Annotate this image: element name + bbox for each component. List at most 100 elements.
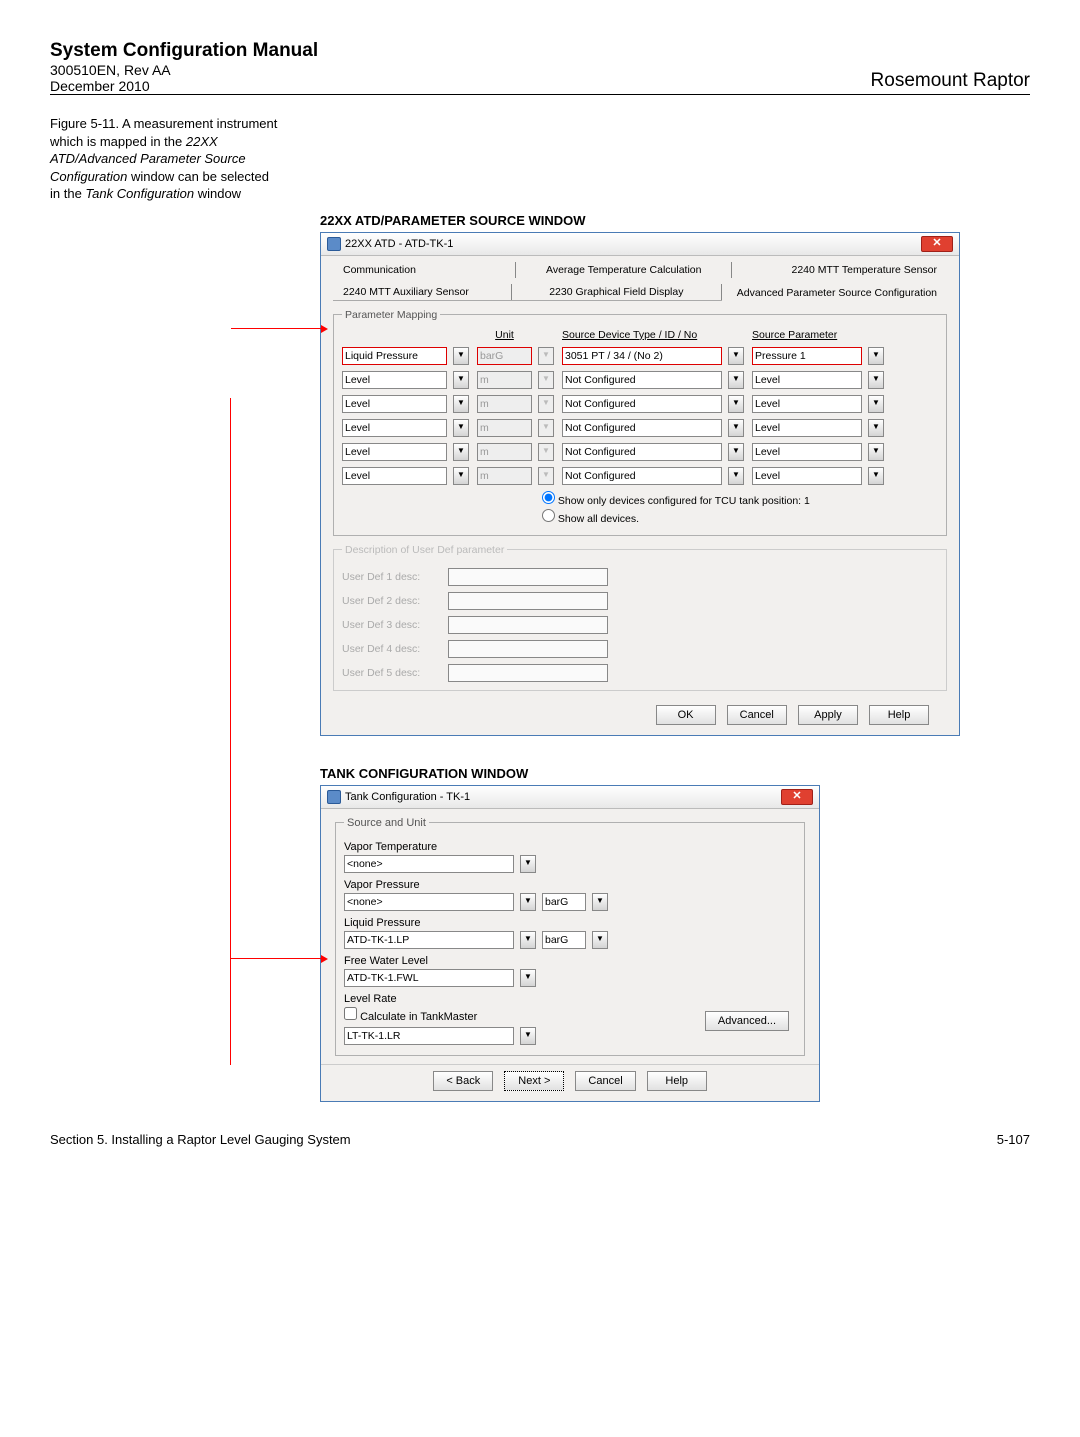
chevron-down-icon[interactable]: ▼ [868, 371, 884, 389]
chevron-down-icon: ▼ [538, 419, 554, 437]
levelrate-select[interactable] [344, 1027, 514, 1045]
chevron-down-icon[interactable]: ▼ [453, 395, 469, 413]
chevron-down-icon[interactable]: ▼ [520, 931, 536, 949]
radio-tcu-only-input[interactable] [542, 491, 555, 504]
levelrate-calc-checkbox-input[interactable] [344, 1007, 357, 1020]
pm-param-select[interactable] [342, 347, 447, 365]
pm-param-select[interactable] [342, 371, 447, 389]
chevron-down-icon[interactable]: ▼ [592, 893, 608, 911]
close-icon[interactable]: ✕ [781, 789, 813, 805]
pm-param-select[interactable] [342, 467, 447, 485]
tab-2240-sensor[interactable]: 2240 MTT Temperature Sensor [732, 262, 947, 278]
pm-source-select[interactable] [562, 443, 722, 461]
back-button[interactable]: < Back [433, 1071, 493, 1091]
chevron-down-icon[interactable]: ▼ [453, 347, 469, 365]
chevron-down-icon[interactable]: ▼ [520, 893, 536, 911]
chevron-down-icon[interactable]: ▼ [728, 419, 744, 437]
chevron-down-icon[interactable]: ▼ [868, 347, 884, 365]
userdef-input [448, 616, 608, 634]
close-icon[interactable]: ✕ [921, 236, 953, 252]
pm-param-select[interactable] [342, 419, 447, 437]
help-button[interactable]: Help [869, 705, 929, 725]
help-button[interactable]: Help [647, 1071, 707, 1091]
pm-row: ▼▼▼▼ [342, 395, 938, 413]
pm-source-select[interactable] [562, 419, 722, 437]
chevron-down-icon[interactable]: ▼ [868, 467, 884, 485]
cancel-button[interactable]: Cancel [575, 1071, 635, 1091]
chevron-down-icon[interactable]: ▼ [728, 347, 744, 365]
pm-param-select[interactable] [342, 443, 447, 461]
pm-source-select[interactable] [562, 371, 722, 389]
fwl-select[interactable] [344, 969, 514, 987]
chevron-down-icon[interactable]: ▼ [728, 467, 744, 485]
page-footer: Section 5. Installing a Raptor Level Gau… [50, 1132, 1030, 1147]
tab-adv-param-source[interactable]: Advanced Parameter Source Configuration [722, 285, 947, 301]
chevron-down-icon[interactable]: ▼ [453, 419, 469, 437]
chevron-down-icon[interactable]: ▼ [868, 395, 884, 413]
vapor-press-label: Vapor Pressure [344, 879, 796, 891]
tab-avg-temp[interactable]: Average Temperature Calculation [516, 262, 732, 278]
tank-button-row: < Back Next > Cancel Help [321, 1064, 819, 1101]
chevron-down-icon[interactable]: ▼ [868, 443, 884, 461]
tank-config-window: Tank Configuration - TK-1 ✕ Source and U… [320, 785, 820, 1102]
pm-source-param-select[interactable] [752, 347, 862, 365]
pm-source-select[interactable] [562, 467, 722, 485]
userdef-input [448, 664, 608, 682]
radio-tcu-only[interactable]: Show only devices configured for TCU tan… [542, 491, 938, 507]
header-divider [50, 94, 1030, 95]
advanced-button[interactable]: Advanced... [705, 1011, 789, 1031]
section2-title: TANK CONFIGURATION WINDOW [320, 766, 1030, 781]
liquid-press-unit[interactable] [542, 931, 586, 949]
chevron-down-icon[interactable]: ▼ [868, 419, 884, 437]
tank-window-titlebar: Tank Configuration - TK-1 ✕ [321, 786, 819, 809]
chevron-down-icon[interactable]: ▼ [592, 931, 608, 949]
pm-source-select[interactable] [562, 347, 722, 365]
liquid-press-select[interactable] [344, 931, 514, 949]
pm-source-param-select[interactable] [752, 371, 862, 389]
chevron-down-icon[interactable]: ▼ [453, 371, 469, 389]
chevron-down-icon[interactable]: ▼ [520, 1027, 536, 1045]
chevron-down-icon[interactable]: ▼ [728, 443, 744, 461]
radio-tcu-only-label: Show only devices configured for TCU tan… [558, 495, 810, 507]
atd-window-title: 22XX ATD - ATD-TK-1 [345, 238, 453, 250]
col-source-param: Source Parameter [752, 329, 862, 341]
tab-2230-display[interactable]: 2230 Graphical Field Display [512, 284, 722, 300]
tab-2240-aux[interactable]: 2240 MTT Auxiliary Sensor [333, 284, 512, 300]
pm-source-param-select[interactable] [752, 395, 862, 413]
app-icon [327, 237, 341, 251]
vapor-press-unit[interactable] [542, 893, 586, 911]
pm-source-param-select[interactable] [752, 467, 862, 485]
caption-tail: window [198, 186, 241, 201]
pm-unit-field [477, 419, 532, 437]
chevron-down-icon[interactable]: ▼ [453, 467, 469, 485]
col-unit: Unit [477, 329, 532, 341]
chevron-down-icon[interactable]: ▼ [453, 443, 469, 461]
chevron-down-icon[interactable]: ▼ [728, 371, 744, 389]
radio-show-all[interactable]: Show all devices. [542, 509, 938, 525]
pm-source-param-select[interactable] [752, 419, 862, 437]
chevron-down-icon[interactable]: ▼ [520, 855, 536, 873]
chevron-down-icon[interactable]: ▼ [520, 969, 536, 987]
vapor-temp-select[interactable] [344, 855, 514, 873]
pm-unit-field [477, 371, 532, 389]
pm-header-row: Unit Source Device Type / ID / No Source… [342, 329, 938, 341]
userdef-label: User Def 5 desc: [342, 667, 442, 679]
radio-show-all-input[interactable] [542, 509, 555, 522]
tab-communication[interactable]: Communication [333, 262, 516, 278]
vapor-press-select[interactable] [344, 893, 514, 911]
user-def-group: Description of User Def parameter User D… [333, 544, 947, 691]
chevron-down-icon: ▼ [538, 347, 554, 365]
pm-row: ▼▼▼▼ [342, 443, 938, 461]
next-button[interactable]: Next > [504, 1071, 564, 1091]
chevron-down-icon[interactable]: ▼ [728, 395, 744, 413]
pm-source-param-select[interactable] [752, 443, 862, 461]
userdef-label: User Def 4 desc: [342, 643, 442, 655]
atd-button-row: OK Cancel Apply Help [321, 699, 959, 735]
user-def-legend: Description of User Def parameter [342, 544, 507, 556]
cancel-button[interactable]: Cancel [727, 705, 787, 725]
pm-param-select[interactable] [342, 395, 447, 413]
app-icon [327, 790, 341, 804]
ok-button[interactable]: OK [656, 705, 716, 725]
pm-source-select[interactable] [562, 395, 722, 413]
apply-button[interactable]: Apply [798, 705, 858, 725]
